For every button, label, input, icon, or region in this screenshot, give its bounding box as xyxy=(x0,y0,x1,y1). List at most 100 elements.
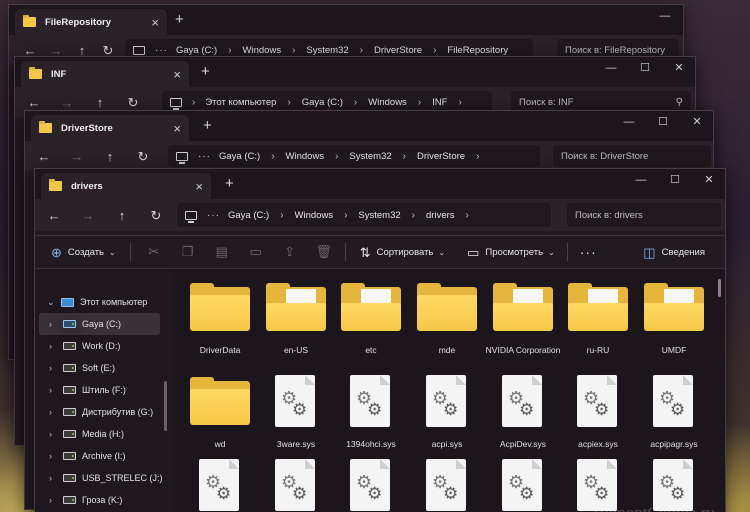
sort-button[interactable]: ⇅ Сортировать ⌄ xyxy=(360,246,445,259)
crumb[interactable]: Windows xyxy=(295,210,334,221)
sidebar-item-archive-i[interactable]: › Archive (I:) xyxy=(39,445,173,467)
chevron-right-icon[interactable]: › xyxy=(433,45,436,56)
chevron-right-icon[interactable]: › xyxy=(335,151,338,162)
crumb[interactable]: System32 xyxy=(349,151,391,162)
sidebar-item-distributiv-g[interactable]: › Дистрибутив (G:) xyxy=(39,401,173,423)
chevron-right-icon[interactable]: › xyxy=(418,97,421,108)
chevron-right-icon[interactable]: › xyxy=(292,45,295,56)
crumb[interactable]: Этот компьютер xyxy=(205,97,276,108)
crumb[interactable]: Gaya (C:) xyxy=(228,210,269,221)
chevron-right-icon[interactable]: › xyxy=(49,341,63,351)
maximize-icon[interactable]: ☐ xyxy=(639,63,651,74)
sidebar-scrollbar[interactable] xyxy=(164,381,167,431)
sidebar-item-work-d[interactable]: › Work (D:) xyxy=(39,335,173,357)
tab-driverstore[interactable]: DriverStore × xyxy=(31,115,189,141)
chevron-right-icon[interactable]: › xyxy=(344,210,347,221)
create-button[interactable]: ⊕ Создать ⌄ xyxy=(51,246,116,259)
back-icon[interactable]: ← xyxy=(17,44,43,57)
up-icon[interactable]: ↑ xyxy=(97,150,123,163)
chevron-right-icon[interactable]: › xyxy=(403,151,406,162)
chevron-right-icon[interactable]: › xyxy=(228,45,231,56)
chevron-right-icon[interactable]: › xyxy=(287,97,290,108)
up-icon[interactable]: ↑ xyxy=(87,96,113,109)
rename-icon[interactable]: ▭ xyxy=(239,244,273,260)
sidebar-item-media-h[interactable]: › Media (H:) xyxy=(39,423,173,445)
tab-drivers[interactable]: drivers × xyxy=(41,173,211,199)
close-tab-icon[interactable]: × xyxy=(151,16,159,29)
minimize-icon[interactable]: — xyxy=(605,63,617,74)
chevron-right-icon[interactable]: › xyxy=(49,473,63,483)
forward-icon[interactable]: → xyxy=(75,209,101,222)
delete-icon[interactable]: 🗑 xyxy=(307,244,341,260)
maximize-icon[interactable]: ☐ xyxy=(669,175,681,186)
tab-filerepository[interactable]: FileRepository × xyxy=(15,9,167,35)
minimize-icon[interactable]: — xyxy=(623,117,635,128)
more-crumbs-icon[interactable]: ··· xyxy=(155,45,168,56)
search-input[interactable]: Поиск в: drivers xyxy=(567,203,721,227)
more-options-button[interactable]: ··· xyxy=(580,244,597,260)
crumb[interactable]: drivers xyxy=(426,210,455,221)
details-button[interactable]: ◫ Сведения xyxy=(643,246,705,259)
sidebar-item-this-pc[interactable]: ⌄ Этот компьютер xyxy=(39,291,173,313)
more-crumbs-icon[interactable]: ··· xyxy=(198,151,211,162)
close-tab-icon[interactable]: × xyxy=(195,180,203,193)
chevron-right-icon[interactable]: › xyxy=(49,319,63,329)
refresh-icon[interactable]: ↻ xyxy=(130,150,156,163)
new-tab-button[interactable]: + xyxy=(175,12,184,27)
paste-icon[interactable]: ▤ xyxy=(205,244,239,260)
sidebar-item-soft-e[interactable]: › Soft (E:) xyxy=(39,357,173,379)
breadcrumb[interactable]: ··· Gaya (C:) › Windows › System32 › driver… xyxy=(177,203,551,227)
maximize-icon[interactable]: ☐ xyxy=(657,117,669,128)
back-icon[interactable]: ← xyxy=(31,150,57,163)
refresh-icon[interactable]: ↻ xyxy=(143,209,169,222)
content-scrollbar[interactable] xyxy=(718,279,721,297)
close-icon[interactable]: ✕ xyxy=(703,175,715,186)
chevron-right-icon[interactable]: › xyxy=(49,407,63,417)
crumb[interactable]: Windows xyxy=(368,97,407,108)
chevron-right-icon[interactable]: › xyxy=(271,151,274,162)
forward-icon[interactable]: → xyxy=(54,96,80,109)
sidebar-item-gaya-c[interactable]: › Gaya (C:) xyxy=(39,313,160,335)
close-icon[interactable]: ✕ xyxy=(673,63,685,74)
chevron-right-icon[interactable]: › xyxy=(49,363,63,373)
new-tab-button[interactable]: + xyxy=(225,176,234,191)
close-tab-icon[interactable]: × xyxy=(173,122,181,135)
close-tab-icon[interactable]: × xyxy=(173,68,181,81)
refresh-icon[interactable]: ↻ xyxy=(95,44,121,57)
crumb[interactable]: Gaya (C:) xyxy=(219,151,260,162)
tab-inf[interactable]: INF × xyxy=(21,61,189,87)
view-button[interactable]: ▭ Просмотреть ⌄ xyxy=(467,246,555,259)
crumb[interactable]: DriverStore xyxy=(417,151,465,162)
chevron-right-icon[interactable]: › xyxy=(49,429,63,439)
refresh-icon[interactable]: ↻ xyxy=(120,96,146,109)
chevron-right-icon[interactable]: › xyxy=(49,495,63,505)
chevron-right-icon[interactable]: › xyxy=(49,451,63,461)
crumb[interactable]: System32 xyxy=(306,45,348,56)
close-icon[interactable]: ✕ xyxy=(691,117,703,128)
sidebar-item-usb-strelec-j[interactable]: › USB_STRELEC (J:) xyxy=(39,467,173,489)
minimize-icon[interactable]: — xyxy=(635,175,647,186)
crumb[interactable]: DriverStore xyxy=(374,45,422,56)
up-icon[interactable]: ↑ xyxy=(109,209,135,222)
new-tab-button[interactable]: + xyxy=(201,64,210,79)
chevron-right-icon[interactable]: › xyxy=(412,210,415,221)
back-icon[interactable]: ← xyxy=(21,96,47,109)
share-icon[interactable]: ⇪ xyxy=(273,244,307,260)
crumb[interactable]: Gaya (C:) xyxy=(176,45,217,56)
back-icon[interactable]: ← xyxy=(41,209,67,222)
crumb[interactable]: FileRepository xyxy=(447,45,508,56)
chevron-right-icon[interactable]: › xyxy=(360,45,363,56)
forward-icon[interactable]: → xyxy=(43,44,69,57)
crumb[interactable]: Windows xyxy=(286,151,325,162)
breadcrumb[interactable]: ··· Gaya (C:) › Windows › System32 › Driver… xyxy=(168,145,540,167)
crumb[interactable]: Gaya (C:) xyxy=(302,97,343,108)
crumb[interactable]: System32 xyxy=(358,210,400,221)
chevron-right-icon[interactable]: › xyxy=(476,151,479,162)
chevron-right-icon[interactable]: › xyxy=(354,97,357,108)
new-tab-button[interactable]: + xyxy=(203,118,212,133)
copy-icon[interactable]: ❐ xyxy=(171,244,205,260)
chevron-down-icon[interactable]: ⌄ xyxy=(47,297,61,308)
chevron-right-icon[interactable]: › xyxy=(458,97,461,108)
search-input[interactable]: Поиск в: DriverStore xyxy=(553,145,711,167)
up-icon[interactable]: ↑ xyxy=(69,44,95,57)
